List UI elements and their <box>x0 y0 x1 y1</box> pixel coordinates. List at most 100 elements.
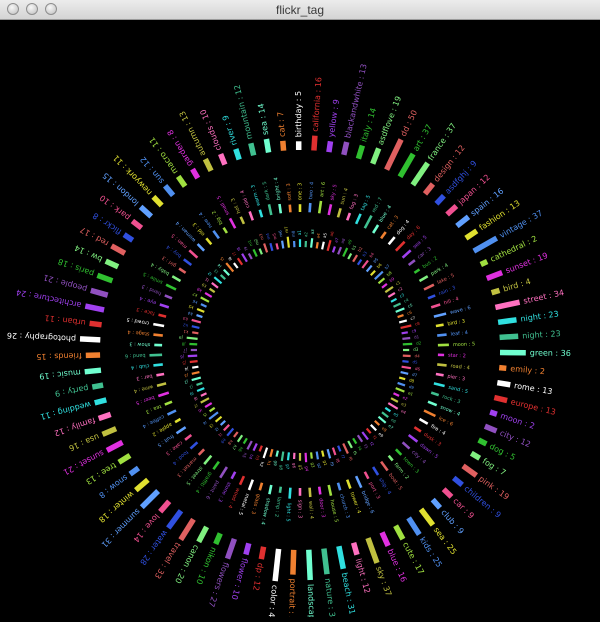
outer-tag-bar[interactable] <box>309 550 310 580</box>
middle-tag-bar[interactable] <box>414 427 421 431</box>
middle-tag-bar[interactable] <box>409 435 418 442</box>
outer-tag-bar[interactable] <box>368 538 377 563</box>
outer-tag-bar[interactable] <box>178 176 185 186</box>
inner-tag-bar[interactable] <box>333 247 335 253</box>
inner-tag-bar[interactable] <box>388 403 397 409</box>
middle-tag-bar[interactable] <box>150 355 163 356</box>
middle-tag-bar[interactable] <box>153 324 164 326</box>
middle-tag-bar[interactable] <box>436 325 444 326</box>
inner-tag-bar[interactable] <box>353 438 356 443</box>
middle-tag-bar[interactable] <box>290 205 291 213</box>
inner-tag-bar[interactable] <box>277 243 278 249</box>
middle-tag-bar[interactable] <box>199 449 204 455</box>
inner-tag-bar[interactable] <box>192 332 198 333</box>
inner-tag-bar[interactable] <box>260 446 262 452</box>
outer-tag-bar[interactable] <box>246 543 249 554</box>
middle-tag-bar[interactable] <box>373 467 378 475</box>
inner-tag-bar[interactable] <box>216 417 222 422</box>
middle-tag-bar[interactable] <box>172 276 180 281</box>
inner-tag-bar[interactable] <box>201 297 209 301</box>
middle-tag-bar[interactable] <box>191 442 198 448</box>
outer-tag-bar[interactable] <box>199 527 207 542</box>
inner-tag-bar[interactable] <box>338 247 341 254</box>
outer-tag-bar[interactable] <box>387 140 402 170</box>
inner-tag-bar[interactable] <box>311 452 312 458</box>
middle-tag-bar[interactable] <box>428 295 435 298</box>
inner-tag-bar[interactable] <box>197 383 203 385</box>
outer-tag-bar[interactable] <box>494 398 507 401</box>
middle-tag-bar[interactable] <box>177 427 186 433</box>
inner-tag-bar[interactable] <box>201 304 207 307</box>
inner-tag-bar[interactable] <box>306 453 307 462</box>
inner-tag-bar[interactable] <box>375 421 380 425</box>
outer-tag-bar[interactable] <box>80 339 100 340</box>
outer-tag-bar[interactable] <box>90 323 102 325</box>
inner-tag-bar[interactable] <box>403 344 412 345</box>
middle-tag-bar[interactable] <box>232 472 236 479</box>
outer-tag-bar[interactable] <box>344 142 347 155</box>
outer-tag-bar[interactable] <box>136 480 148 490</box>
middle-tag-bar[interactable] <box>424 411 435 417</box>
outer-tag-bar[interactable] <box>153 197 161 206</box>
middle-tag-bar[interactable] <box>213 462 219 470</box>
inner-tag-bar[interactable] <box>394 304 401 307</box>
outer-tag-bar[interactable] <box>495 302 519 307</box>
inner-tag-bar[interactable] <box>348 441 352 448</box>
outer-tag-bar[interactable] <box>466 231 477 238</box>
inner-tag-bar[interactable] <box>197 388 204 391</box>
inner-tag-bar[interactable] <box>210 289 215 293</box>
inner-tag-bar[interactable] <box>201 393 207 396</box>
middle-tag-bar[interactable] <box>424 285 434 290</box>
inner-tag-bar[interactable] <box>402 338 410 339</box>
middle-tag-bar[interactable] <box>381 462 388 471</box>
outer-tag-bar[interactable] <box>228 539 235 559</box>
outer-tag-bar[interactable] <box>400 154 413 177</box>
middle-tag-bar[interactable] <box>165 295 172 298</box>
middle-tag-bar[interactable] <box>179 269 186 273</box>
outer-tag-bar[interactable] <box>444 489 452 497</box>
inner-tag-bar[interactable] <box>234 432 238 437</box>
middle-tag-bar[interactable] <box>329 485 331 496</box>
middle-tag-bar[interactable] <box>241 217 244 224</box>
outer-tag-bar[interactable] <box>283 141 284 151</box>
outer-tag-bar[interactable] <box>457 217 469 226</box>
middle-tag-bar[interactable] <box>185 435 191 440</box>
middle-tag-bar[interactable] <box>373 225 378 233</box>
inner-tag-bar[interactable] <box>328 449 331 458</box>
title-bar[interactable]: flickr_tag <box>0 0 600 20</box>
middle-tag-bar[interactable] <box>153 335 162 336</box>
inner-tag-bar[interactable] <box>288 452 289 460</box>
outer-tag-bar[interactable] <box>275 549 279 581</box>
inner-tag-bar[interactable] <box>201 398 209 402</box>
inner-tag-bar[interactable] <box>192 320 201 323</box>
middle-tag-bar[interactable] <box>224 228 227 233</box>
outer-tag-bar[interactable] <box>142 491 158 507</box>
inner-tag-bar[interactable] <box>382 284 387 288</box>
outer-tag-bar[interactable] <box>474 238 497 251</box>
outer-tag-bar[interactable] <box>409 518 420 535</box>
inner-tag-bar[interactable] <box>333 448 336 455</box>
outer-tag-bar[interactable] <box>354 543 357 555</box>
outer-tag-bar[interactable] <box>168 511 181 528</box>
middle-tag-bar[interactable] <box>166 285 176 290</box>
outer-tag-bar[interactable] <box>91 290 108 295</box>
inner-tag-bar[interactable] <box>328 240 331 251</box>
outer-tag-bar[interactable] <box>396 526 403 540</box>
outer-tag-bar[interactable] <box>160 501 169 511</box>
inner-tag-bar[interactable] <box>244 438 247 443</box>
middle-tag-bar[interactable] <box>260 210 262 218</box>
middle-tag-bar[interactable] <box>365 472 369 479</box>
inner-tag-bar[interactable] <box>224 270 229 276</box>
inner-tag-bar[interactable] <box>190 361 198 362</box>
middle-tag-bar[interactable] <box>396 449 401 455</box>
middle-tag-bar[interactable] <box>403 250 411 257</box>
inner-tag-bar[interactable] <box>212 283 218 288</box>
middle-tag-bar[interactable] <box>250 212 253 221</box>
middle-tag-bar[interactable] <box>437 364 446 365</box>
inner-tag-bar[interactable] <box>221 275 226 279</box>
inner-tag-bar[interactable] <box>379 278 385 283</box>
outer-tag-bar[interactable] <box>500 336 519 337</box>
inner-tag-bar[interactable] <box>322 451 323 457</box>
inner-tag-bar[interactable] <box>371 425 376 431</box>
inner-tag-bar[interactable] <box>385 408 390 412</box>
